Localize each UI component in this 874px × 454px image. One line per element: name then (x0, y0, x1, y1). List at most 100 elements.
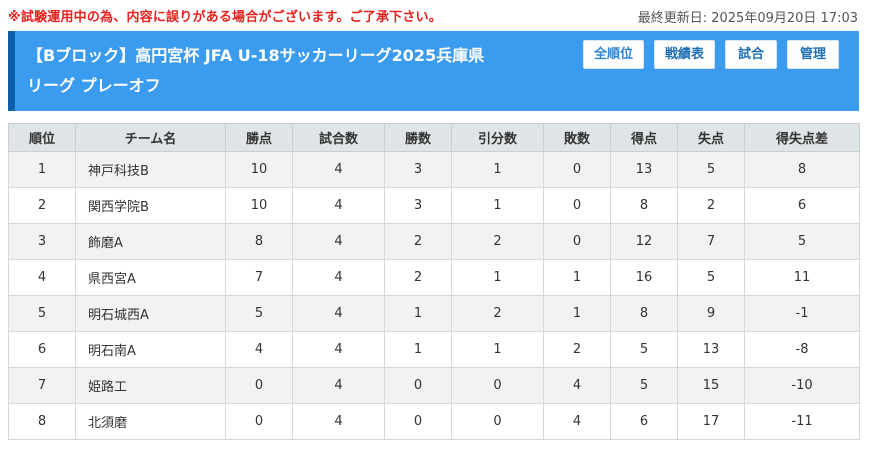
rank-cell: 6 (8, 331, 76, 368)
team-name-cell: 明石南A (75, 331, 226, 368)
goals-for-header[interactable]: 得点 (610, 123, 678, 152)
table-row: 8 北須磨 0 4 0 0 4 6 17 -11 (8, 403, 860, 440)
rank-cell: 2 (8, 187, 76, 224)
goals-against-header[interactable]: 失点 (677, 123, 745, 152)
team-name-cell: 神戸科技B (75, 151, 226, 188)
points-cell: 0 (225, 367, 293, 404)
goal-diff-cell: 6 (744, 187, 860, 224)
last-updated: 最終更新日: 2025年09月20日 17:03 (637, 11, 858, 26)
view-nav: 全順位 戦績表 試合 管理 (582, 40, 839, 69)
goals-for-cell: 8 (610, 295, 678, 332)
matches-button[interactable]: 試合 (725, 40, 777, 69)
goals-against-cell: 15 (677, 367, 745, 404)
draws-cell: 0 (451, 367, 544, 404)
points-cell: 7 (225, 259, 293, 296)
draws-cell: 2 (451, 223, 544, 260)
table-row: 3 飾磨A 8 4 2 2 0 12 7 5 (8, 223, 860, 260)
goals-for-cell: 8 (610, 187, 678, 224)
losses-cell: 1 (543, 259, 611, 296)
goal-diff-cell: 11 (744, 259, 860, 296)
goal-diff-cell: -11 (744, 403, 860, 440)
played-cell: 4 (292, 187, 385, 224)
points-cell: 0 (225, 403, 293, 440)
points-cell: 8 (225, 223, 293, 260)
goal-diff-cell: 5 (744, 223, 860, 260)
top-info-bar: ※試験運用中の為、内容に誤りがある場合がございます。ご了承下さい。 最終更新日:… (8, 6, 858, 26)
rank-header[interactable]: 順位 (8, 123, 76, 152)
wins-cell: 0 (384, 367, 452, 404)
rank-cell: 1 (8, 151, 76, 188)
team-name-cell: 明石城西A (75, 295, 226, 332)
losses-cell: 4 (543, 367, 611, 404)
wins-cell: 3 (384, 151, 452, 188)
losses-cell: 0 (543, 151, 611, 188)
goals-against-cell: 2 (677, 187, 745, 224)
header-row: 順位 チーム名 勝点 試合数 勝数 引分数 敗数 得点 失点 得失点差 (8, 123, 860, 152)
played-header[interactable]: 試合数 (292, 123, 385, 152)
played-cell: 4 (292, 367, 385, 404)
standings-header: 順位 チーム名 勝点 試合数 勝数 引分数 敗数 得点 失点 得失点差 (8, 123, 860, 152)
goals-for-cell: 5 (610, 367, 678, 404)
rank-cell: 5 (8, 295, 76, 332)
admin-button[interactable]: 管理 (787, 40, 839, 69)
losses-header[interactable]: 敗数 (543, 123, 611, 152)
losses-cell: 0 (543, 187, 611, 224)
goals-against-cell: 17 (677, 403, 745, 440)
standings-body: 1 神戸科技B 10 4 3 1 0 13 5 8 2 関西学院B 10 4 3 1 0 8 2 6 3 飾磨A 8 4 2 2 0… (8, 151, 860, 440)
team-header[interactable]: チーム名 (75, 123, 226, 152)
played-cell: 4 (292, 259, 385, 296)
page-title-line2: リーグ プレーオフ (27, 76, 161, 95)
draws-cell: 1 (451, 187, 544, 224)
points-cell: 5 (225, 295, 293, 332)
draws-header[interactable]: 引分数 (451, 123, 544, 152)
team-name-cell: 飾磨A (75, 223, 226, 260)
team-name-cell: 関西学院B (75, 187, 226, 224)
rank-cell: 7 (8, 367, 76, 404)
table-row: 2 関西学院B 10 4 3 1 0 8 2 6 (8, 187, 860, 224)
losses-cell: 4 (543, 403, 611, 440)
goals-against-cell: 13 (677, 331, 745, 368)
goal-diff-cell: 8 (744, 151, 860, 188)
goal-diff-cell: -8 (744, 331, 860, 368)
goal-diff-header[interactable]: 得失点差 (744, 123, 860, 152)
goals-for-cell: 5 (610, 331, 678, 368)
team-name-cell: 県西宮A (75, 259, 226, 296)
wins-cell: 1 (384, 331, 452, 368)
draws-cell: 1 (451, 259, 544, 296)
draws-cell: 1 (451, 151, 544, 188)
standings-table: 順位 チーム名 勝点 試合数 勝数 引分数 敗数 得点 失点 得失点差 1 神戸科技B 10 4 3 1 0 1… (8, 123, 860, 440)
table-row: 4 県西宮A 7 4 2 1 1 16 5 11 (8, 259, 860, 296)
goals-for-cell: 13 (610, 151, 678, 188)
goals-for-cell: 16 (610, 259, 678, 296)
goals-against-cell: 5 (677, 259, 745, 296)
team-name-cell: 北須磨 (75, 403, 226, 440)
draws-cell: 0 (451, 403, 544, 440)
points-cell: 4 (225, 331, 293, 368)
table-row: 5 明石城西A 5 4 1 2 1 8 9 -1 (8, 295, 860, 332)
points-cell: 10 (225, 151, 293, 188)
points-header[interactable]: 勝点 (225, 123, 293, 152)
goals-against-cell: 5 (677, 151, 745, 188)
results-table-button[interactable]: 戦績表 (653, 40, 715, 69)
table-row: 6 明石南A 4 4 1 1 2 5 13 -8 (8, 331, 860, 368)
team-name-cell: 姫路工 (75, 367, 226, 404)
page-header: 【Bブロック】高円宮杯 JFA U-18サッカーリーグ2025兵庫県 リーグ プ… (8, 31, 859, 111)
wins-header[interactable]: 勝数 (384, 123, 452, 152)
table-row: 1 神戸科技B 10 4 3 1 0 13 5 8 (8, 151, 860, 188)
standings-button[interactable]: 全順位 (582, 40, 644, 69)
wins-cell: 3 (384, 187, 452, 224)
wins-cell: 2 (384, 259, 452, 296)
page-title-line1: 【Bブロック】高円宮杯 JFA U-18サッカーリーグ2025兵庫県 (27, 46, 485, 65)
goal-diff-cell: -10 (744, 367, 860, 404)
rank-cell: 3 (8, 223, 76, 260)
goal-diff-cell: -1 (744, 295, 860, 332)
goals-against-cell: 9 (677, 295, 745, 332)
trial-notice: ※試験運用中の為、内容に誤りがある場合がございます。ご了承下さい。 (8, 10, 442, 25)
wins-cell: 2 (384, 223, 452, 260)
draws-cell: 1 (451, 331, 544, 368)
page-title: 【Bブロック】高円宮杯 JFA U-18サッカーリーグ2025兵庫県 リーグ プ… (27, 41, 547, 101)
losses-cell: 2 (543, 331, 611, 368)
rank-cell: 8 (8, 403, 76, 440)
goals-for-cell: 12 (610, 223, 678, 260)
losses-cell: 1 (543, 295, 611, 332)
